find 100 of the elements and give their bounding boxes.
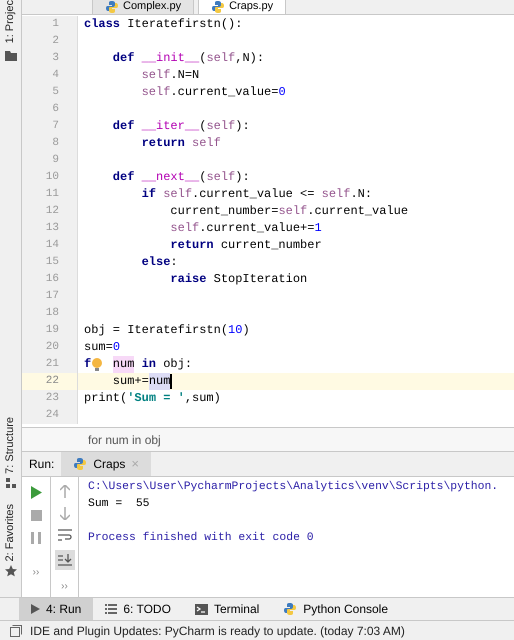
code-token: self xyxy=(191,135,221,152)
code-token: class xyxy=(84,16,120,33)
code-token: current_number xyxy=(220,237,322,254)
code-token: print( xyxy=(84,390,128,407)
code-token: StopIteration xyxy=(212,271,308,288)
code-token: self xyxy=(322,186,350,203)
code-token: .current_value xyxy=(307,203,408,220)
code-token: ( xyxy=(199,50,206,67)
run-tab[interactable]: Craps × xyxy=(61,452,151,476)
python-icon xyxy=(73,457,88,471)
lightbulb-icon[interactable] xyxy=(91,357,104,372)
line-number: 6 xyxy=(52,102,59,118)
play-icon xyxy=(31,604,40,614)
code-token: 'Sum = ' xyxy=(127,390,185,407)
tool-window-button[interactable]: Terminal xyxy=(182,598,272,620)
code-token: : xyxy=(170,254,178,271)
code-token: .N: xyxy=(350,186,372,203)
console-line: Process finished with exit code 0 xyxy=(88,530,315,546)
code-token: self xyxy=(162,186,192,203)
code-token: __iter__ xyxy=(140,118,200,135)
status-message: IDE and Plugin Updates: PyCharm is ready to update. (today 7:03 AM) xyxy=(30,622,405,640)
soft-wrap-icon[interactable] xyxy=(58,529,72,541)
up-arrow-icon[interactable] xyxy=(60,485,70,498)
line-number: 10 xyxy=(46,170,59,186)
breadcrumb-item[interactable]: for num in obj xyxy=(88,430,161,448)
code-token: obj = Iteratefirstn( xyxy=(84,322,228,339)
code-token: def xyxy=(112,118,134,135)
line-number: 24 xyxy=(46,408,59,424)
editor-tab[interactable]: Complex.py xyxy=(92,0,194,14)
code-token: return xyxy=(140,135,185,152)
tool-window-tab[interactable]: 7: Structure xyxy=(2,416,19,474)
line-number: 17 xyxy=(46,289,59,304)
code-token: def xyxy=(112,169,134,186)
code-token: __init__ xyxy=(140,50,200,67)
code-token: ): xyxy=(235,169,250,186)
code-token: ,sum) xyxy=(184,390,221,407)
folder-icon xyxy=(4,51,16,62)
line-number: 21 xyxy=(46,357,59,372)
list-icon xyxy=(105,604,118,614)
code-token: in xyxy=(140,356,156,373)
line-number: 14 xyxy=(46,238,59,254)
tool-window-button[interactable]: 6: TODO xyxy=(93,598,183,620)
code-token: self xyxy=(206,169,236,186)
line-number: 12 xyxy=(46,204,59,220)
line-number: 19 xyxy=(46,323,59,338)
line-number: 15 xyxy=(46,255,59,270)
more-button[interactable]: ›› xyxy=(32,565,40,580)
run-icon[interactable] xyxy=(30,486,42,499)
code-token: obj: xyxy=(162,356,192,373)
code-token: raise xyxy=(169,271,206,288)
code-token: self xyxy=(206,118,236,135)
code-token: return xyxy=(169,237,214,254)
line-number: 20 xyxy=(46,340,59,356)
star-icon xyxy=(4,565,16,577)
code-token: def xyxy=(112,50,134,67)
tool-window-tab[interactable]: 1: Projec xyxy=(2,0,19,44)
code-token: .N=N xyxy=(170,67,200,84)
code-token: num xyxy=(112,356,134,373)
down-arrow-icon[interactable] xyxy=(60,507,70,520)
terminal-icon xyxy=(194,604,208,614)
editor-tab[interactable]: Craps.py xyxy=(198,0,286,14)
scroll-to-end-icon xyxy=(58,554,72,566)
console-line: C:\Users\User\PycharmProjects\Analytics\venv\Scripts\python. xyxy=(88,480,500,495)
line-number: 23 xyxy=(46,391,59,406)
code-token: Iteratefirstn(): xyxy=(126,16,242,33)
line-number: 1 xyxy=(52,17,59,32)
line-number: 3 xyxy=(52,51,59,66)
scroll-to-end-button[interactable] xyxy=(54,550,74,570)
code-token: sum+= xyxy=(112,373,149,390)
tool-window-tab[interactable]: 2: Favorites xyxy=(2,504,19,561)
code-token: .current_value <= xyxy=(192,186,316,203)
code-token: self xyxy=(169,220,200,237)
code-token: ) xyxy=(242,322,250,339)
code-token: __next__ xyxy=(140,169,200,186)
code-token: self xyxy=(140,67,170,84)
code-token: 0 xyxy=(278,84,286,101)
tool-window-button[interactable]: 4: Run xyxy=(19,598,94,620)
line-number: 16 xyxy=(46,272,59,288)
code-token: 0 xyxy=(112,339,120,356)
stop-icon[interactable] xyxy=(30,510,42,521)
code-token: num xyxy=(148,373,170,390)
code-token: self xyxy=(278,203,308,220)
python-icon xyxy=(283,602,298,616)
code-token: ,N): xyxy=(235,50,264,67)
line-number: 5 xyxy=(52,85,59,100)
more-button[interactable]: ›› xyxy=(61,579,68,594)
panel-title: Run: xyxy=(28,456,56,473)
code-token: 10 xyxy=(228,322,242,339)
code-token: .current_value+= xyxy=(199,220,314,237)
code-token: current_number= xyxy=(169,203,278,220)
pause-icon[interactable] xyxy=(31,532,41,544)
line-number: 7 xyxy=(52,119,59,134)
console-line: Sum = 55 xyxy=(88,497,151,512)
tool-window-button[interactable]: Python Console xyxy=(271,598,400,620)
window-icon[interactable] xyxy=(10,624,22,636)
code-token: if xyxy=(140,186,156,203)
code-token: f xyxy=(84,356,92,373)
code-token: 1 xyxy=(314,220,322,237)
structure-icon xyxy=(6,478,16,488)
code-token: ): xyxy=(235,118,250,135)
